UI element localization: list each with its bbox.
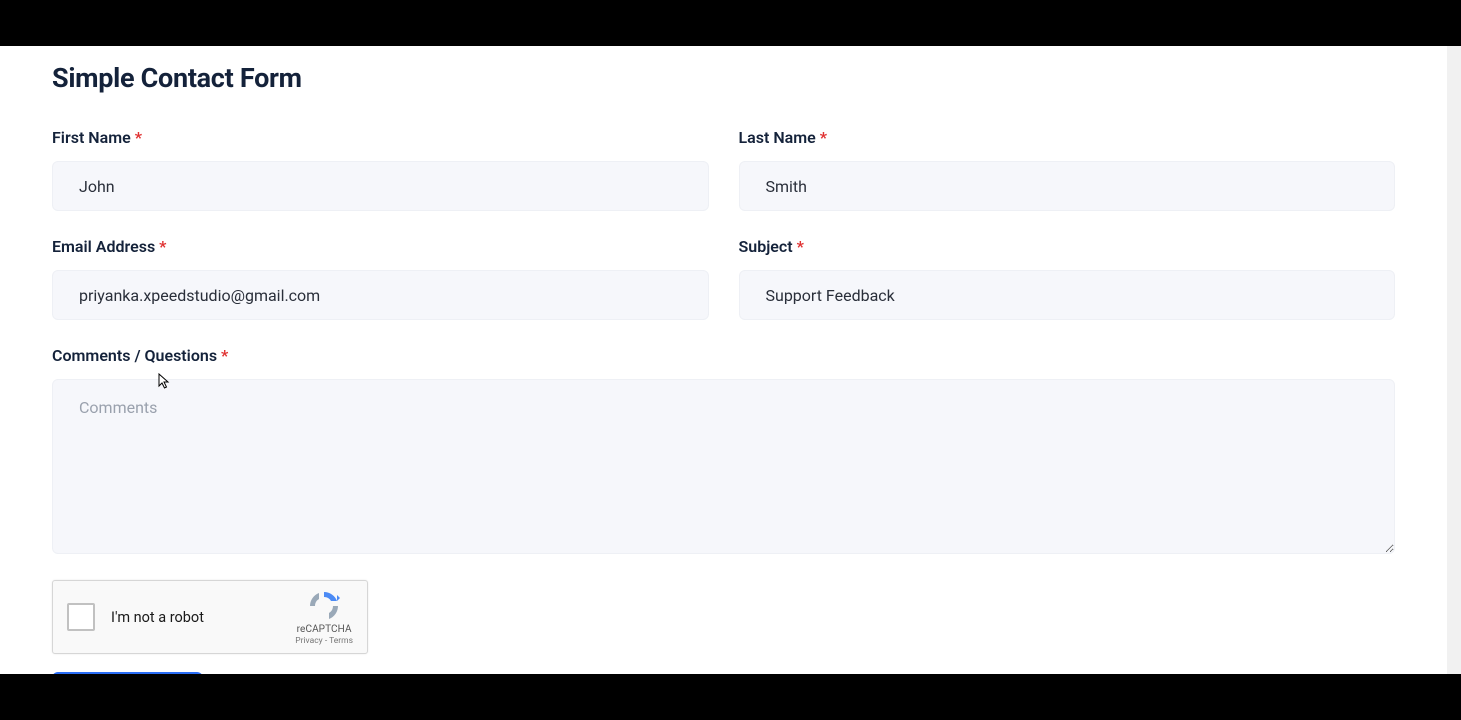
page-title: Simple Contact Form [52,62,1395,94]
first-name-input[interactable] [52,161,709,211]
last-name-group: Last Name * [739,128,1396,211]
first-name-group: First Name * [52,128,709,211]
scrollbar-track[interactable] [1447,46,1461,674]
first-name-label-text: First Name [52,128,131,147]
comments-textarea[interactable] [52,379,1395,554]
recaptcha-branding: reCAPTCHA Privacy - Terms [295,589,353,646]
recaptcha-icon [307,589,341,623]
comments-group: Comments / Questions * [52,346,1395,554]
recaptcha-brand-text: reCAPTCHA [297,624,352,635]
email-label: Email Address * [52,237,709,256]
recaptcha-terms-text: Privacy - Terms [295,636,353,646]
recaptcha-checkbox[interactable] [67,603,95,631]
required-marker: * [135,128,142,147]
last-name-label-text: Last Name [739,128,816,147]
form-row-comments: Comments / Questions * [52,346,1395,554]
last-name-label: Last Name * [739,128,1396,147]
comments-label-text: Comments / Questions [52,346,217,365]
recaptcha-widget: I'm not a robot reCAPTCHA Privacy - Term… [52,580,368,654]
form-row-name: First Name * Last Name * [52,128,1395,211]
form-container: Simple Contact Form First Name * Last Na… [0,46,1447,674]
subject-group: Subject * [739,237,1396,320]
subject-input[interactable] [739,270,1396,320]
last-name-input[interactable] [739,161,1396,211]
subject-label: Subject * [739,237,1396,256]
form-row-email-subject: Email Address * Subject * [52,237,1395,320]
top-black-bar [0,0,1461,46]
required-marker: * [221,346,228,365]
required-marker: * [159,237,166,256]
email-group: Email Address * [52,237,709,320]
required-marker: * [820,128,827,147]
comments-label: Comments / Questions * [52,346,1395,365]
first-name-label: First Name * [52,128,709,147]
email-label-text: Email Address [52,237,155,256]
required-marker: * [797,237,804,256]
subject-label-text: Subject [739,237,793,256]
recaptcha-label: I'm not a robot [111,609,295,626]
bottom-black-bar [0,674,1461,720]
email-input[interactable] [52,270,709,320]
